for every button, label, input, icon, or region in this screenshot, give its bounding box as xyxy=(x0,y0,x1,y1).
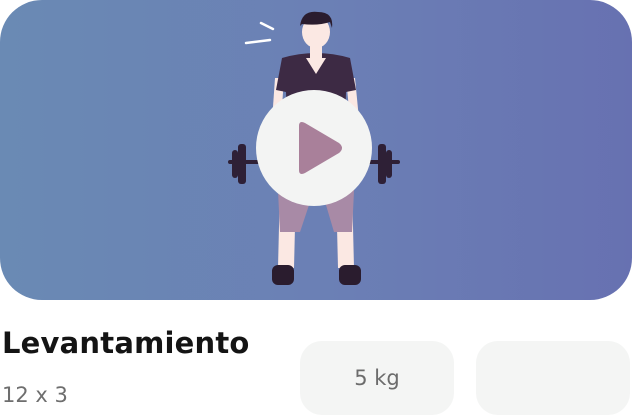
exercise-video-thumbnail[interactable] xyxy=(0,0,632,300)
weight-chip[interactable]: 5 kg xyxy=(300,341,454,415)
play-icon xyxy=(299,122,342,174)
motion-lines xyxy=(244,21,275,45)
secondary-chip[interactable] xyxy=(476,341,630,415)
play-button[interactable] xyxy=(256,90,372,206)
exercise-reps: 12 x 3 xyxy=(2,383,68,407)
weight-value: 5 kg xyxy=(354,366,400,390)
exercise-title: Levantamiento xyxy=(2,326,250,360)
